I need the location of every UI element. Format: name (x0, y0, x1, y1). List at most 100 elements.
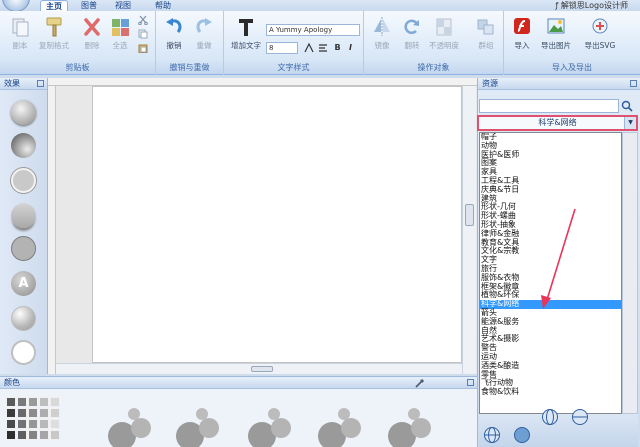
copy-icon (12, 18, 29, 37)
paste-icon[interactable] (138, 43, 148, 53)
effect-text-a[interactable]: A (11, 271, 36, 296)
pin-icon[interactable] (467, 379, 474, 386)
effect-ring[interactable] (11, 340, 36, 365)
color-swatch[interactable] (28, 408, 38, 418)
vertical-scroll-thumb[interactable] (465, 204, 474, 226)
tab-view[interactable]: 视图 (110, 0, 136, 11)
resource-panel-header: 资源 (478, 78, 640, 90)
category-item[interactable]: 图案 (480, 159, 621, 168)
tab-home[interactable]: 主页 (40, 0, 68, 11)
color-swatch[interactable] (6, 430, 16, 440)
eyedropper-icon[interactable] (414, 379, 424, 389)
color-swatch[interactable] (39, 430, 49, 440)
tab-gallery[interactable]: 图普 (76, 0, 102, 11)
globe-icon[interactable] (483, 426, 501, 444)
copy-format-button[interactable]: 复制格式 (36, 14, 72, 58)
redo-button[interactable]: 重做 (190, 14, 218, 58)
category-item[interactable]: 食物&饮料 (480, 387, 621, 397)
color-swatch[interactable] (39, 419, 49, 429)
color-swatch[interactable] (6, 408, 16, 418)
font-family-select[interactable]: A Yummy Apology (266, 24, 360, 36)
app-title: ƒ 解锁思Logo设计师 (555, 1, 628, 10)
copy-button[interactable]: 副本 (6, 14, 34, 58)
mirror-label: 镜像 (374, 41, 390, 50)
globe-icon[interactable] (571, 408, 589, 426)
tab-help[interactable]: 帮助 (150, 0, 176, 11)
category-item[interactable]: 艺术&摄影 (480, 335, 621, 344)
preset-circle-cluster[interactable] (176, 408, 224, 447)
duplicate-icon[interactable] (138, 29, 148, 39)
category-item[interactable]: 庆典&节日 (480, 185, 621, 195)
color-swatch[interactable] (39, 408, 49, 418)
chevron-down-icon[interactable]: ▼ (624, 117, 636, 129)
add-text-button[interactable]: 增加文字 (228, 14, 264, 58)
horizontal-scroll-thumb[interactable] (251, 366, 273, 372)
effect-inner-shadow[interactable] (11, 133, 36, 158)
color-swatch[interactable] (50, 430, 60, 440)
pin-icon[interactable] (37, 80, 44, 87)
color-swatch[interactable] (6, 419, 16, 429)
copy-format-label: 复制格式 (39, 41, 69, 50)
color-swatch[interactable] (17, 419, 27, 429)
redo-icon (196, 18, 212, 33)
color-swatch[interactable] (28, 430, 38, 440)
resource-search-input[interactable] (479, 99, 619, 113)
color-swatch[interactable] (28, 419, 38, 429)
align-icon[interactable] (318, 43, 328, 53)
effect-drop-shadow[interactable] (11, 203, 36, 228)
italic-button[interactable]: I (345, 42, 356, 54)
category-item[interactable]: 医护&医师 (480, 150, 621, 160)
category-item[interactable]: 警告 (480, 343, 621, 353)
export-image-button[interactable]: 导出图片 (538, 14, 574, 58)
color-swatch[interactable] (50, 419, 60, 429)
color-swatch[interactable] (6, 397, 16, 407)
preset-circle-cluster[interactable] (248, 408, 296, 447)
export-svg-button[interactable]: 导出SVG (582, 14, 618, 58)
category-item[interactable]: 能源&服务 (480, 317, 621, 327)
font-size-select[interactable]: 8 (266, 42, 298, 54)
color-swatch[interactable] (50, 397, 60, 407)
cut-icon[interactable] (138, 15, 148, 25)
category-dropdown[interactable]: 科学&网络 ▼ (477, 115, 638, 131)
group-button[interactable]: 群组 (472, 14, 500, 58)
search-icon[interactable] (621, 100, 633, 112)
preset-circle-cluster[interactable] (388, 408, 436, 447)
bold-button[interactable]: B (332, 42, 343, 54)
canvas-horizontal-scrollbar[interactable] (56, 363, 462, 374)
effect-outline[interactable] (11, 168, 36, 193)
delete-label: 删除 (84, 41, 100, 50)
vertical-ruler (48, 86, 56, 374)
select-all-button[interactable]: 全选 (106, 14, 134, 58)
canvas-vertical-scrollbar[interactable] (462, 86, 476, 374)
effect-flat[interactable] (11, 236, 36, 261)
text-t-icon (239, 19, 253, 36)
pin-icon[interactable] (630, 80, 637, 87)
opacity-button[interactable]: 不透明度 (426, 14, 462, 58)
color-swatch[interactable] (39, 397, 49, 407)
flash-import-icon (514, 18, 530, 34)
color-swatch[interactable] (28, 397, 38, 407)
color-swatch[interactable] (17, 397, 27, 407)
delete-button[interactable]: 删除 (78, 14, 106, 58)
network-sphere-icon[interactable] (513, 426, 531, 444)
preset-circle-cluster[interactable] (318, 408, 366, 447)
resource-thumbnails (479, 409, 638, 447)
text-color-icon[interactable] (304, 43, 314, 53)
category-item[interactable]: 帽子 (480, 133, 621, 142)
preset-circle-cluster[interactable] (108, 408, 156, 447)
undo-redo-group: 撤销 重做 撤销与重做 (156, 11, 224, 75)
color-swatch[interactable] (50, 408, 60, 418)
effect-bevel-sphere[interactable] (11, 100, 36, 125)
color-swatch[interactable] (17, 408, 27, 418)
effect-gloss[interactable] (11, 306, 36, 331)
category-list-scrollbar[interactable] (622, 132, 638, 414)
import-export-group-label: 导入及导出 (504, 62, 640, 74)
mirror-button[interactable]: 镜像 (368, 14, 396, 58)
import-button[interactable]: 导入 (508, 14, 536, 58)
undo-button[interactable]: 撤销 (160, 14, 188, 58)
design-canvas[interactable] (92, 86, 462, 363)
globe-icon[interactable] (541, 408, 559, 426)
rotate-button[interactable]: 翻转 (398, 14, 426, 58)
category-item[interactable]: 酒类&酿造 (480, 361, 621, 371)
color-swatch[interactable] (17, 430, 27, 440)
